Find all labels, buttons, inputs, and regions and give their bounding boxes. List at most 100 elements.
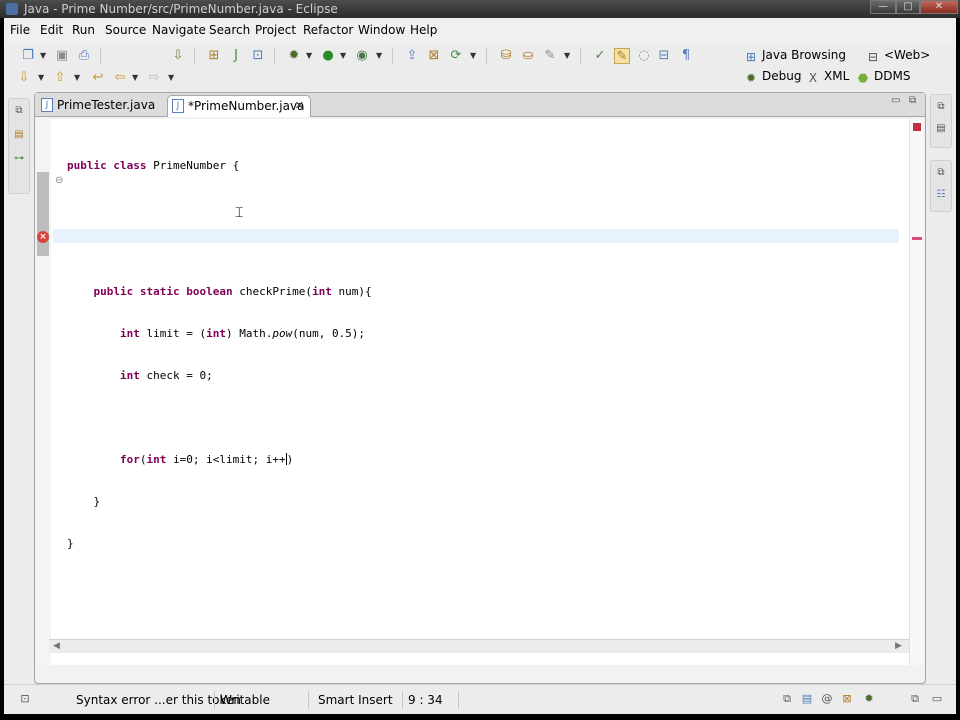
- java-browsing-label: Java Browsing: [762, 48, 847, 62]
- menu-edit[interactable]: Edit: [40, 23, 63, 37]
- print-icon[interactable]: ⎙: [76, 48, 92, 64]
- run-dropdown-icon[interactable]: ▼: [340, 48, 348, 64]
- forward-dropdown-icon[interactable]: ▼: [168, 70, 176, 86]
- restore-icon[interactable]: ⧉: [13, 105, 25, 117]
- code-keyword: int: [119, 369, 140, 382]
- source-code[interactable]: public class PrimeNumber { public static…: [67, 131, 372, 579]
- perspective-java-browsing[interactable]: ⊞ Java Browsing: [744, 48, 846, 64]
- outline-icon[interactable]: ☷: [935, 189, 947, 201]
- console-icon[interactable]: ✹: [862, 692, 876, 706]
- menu-bar: File Edit Run Source Navigate Search Pro…: [4, 18, 956, 42]
- tab-primenumber[interactable]: J *PrimeNumber.java ✕: [167, 95, 311, 117]
- status-insert-mode: Smart Insert: [318, 693, 393, 707]
- hierarchy-icon[interactable]: ⊶: [13, 153, 25, 165]
- open-task-icon[interactable]: ⟳: [448, 48, 464, 64]
- menu-project[interactable]: Project: [255, 23, 296, 37]
- show-whitespace-icon[interactable]: ⊟: [656, 48, 672, 64]
- save-icon[interactable]: ▣: [54, 48, 70, 64]
- error-summary-icon[interactable]: [913, 123, 921, 131]
- open-folder-icon[interactable]: ⛁: [498, 48, 514, 64]
- maximize-button[interactable]: □: [896, 0, 920, 14]
- package-explorer-icon[interactable]: ▤: [13, 129, 25, 141]
- perspective-xml[interactable]: X XML: [806, 69, 849, 85]
- code-text: limit = (: [139, 327, 207, 340]
- task-dropdown-icon[interactable]: ▼: [470, 48, 478, 64]
- new-icon[interactable]: ❐: [20, 48, 36, 64]
- editor-minimize-icon[interactable]: ▭: [891, 95, 900, 106]
- highlight-icon[interactable]: ✎: [614, 48, 630, 64]
- perspective-debug[interactable]: ✹ Debug: [744, 69, 802, 85]
- tab-close-icon[interactable]: ✕: [295, 96, 304, 116]
- change-marker: [37, 172, 49, 256]
- fold-collapse-icon[interactable]: ⊖: [55, 175, 63, 186]
- menu-file[interactable]: File: [10, 23, 30, 37]
- error-marker-icon[interactable]: ×: [37, 231, 49, 243]
- code-editor[interactable]: × ⊖ public class PrimeNumber { public st…: [37, 119, 923, 665]
- minimize-button[interactable]: —: [870, 0, 896, 14]
- javadoc-icon[interactable]: @: [820, 692, 834, 706]
- perspective-ddms[interactable]: ⬣ DDMS: [856, 69, 911, 85]
- new-interface-icon[interactable]: ⊡: [250, 48, 266, 64]
- close-button[interactable]: ✕: [920, 0, 958, 14]
- xml-icon: X: [808, 71, 818, 85]
- restore-icon[interactable]: ⧉: [935, 167, 947, 179]
- prev-annotation-icon[interactable]: ⇧: [52, 70, 68, 86]
- maximize-icon[interactable]: ▭: [930, 692, 944, 706]
- scroll-right-icon[interactable]: ▶: [895, 641, 902, 651]
- mark-occurrences-icon[interactable]: ✓: [592, 48, 608, 64]
- menu-help[interactable]: Help: [410, 23, 437, 37]
- tab-primetester-label: PrimeTester.java: [57, 98, 156, 112]
- code-text: ) Math.: [225, 327, 273, 340]
- code-line-10: }: [67, 537, 372, 551]
- next-annotation-dropdown-icon[interactable]: ▼: [38, 70, 46, 86]
- code-line-4: public static boolean checkPrime(int num…: [67, 285, 372, 299]
- code-line-5: int limit = (int) Math.pow(num, 0.5);: [67, 327, 372, 341]
- declaration-icon[interactable]: ⊠: [840, 692, 854, 706]
- prev-annotation-dropdown-icon[interactable]: ▼: [74, 70, 82, 86]
- block-selection-icon[interactable]: ◌: [636, 48, 652, 64]
- new-dropdown-icon[interactable]: ▼: [40, 48, 48, 64]
- run-external-icon[interactable]: ◉: [354, 48, 370, 64]
- menu-navigate[interactable]: Navigate: [152, 23, 206, 37]
- open-resource-icon[interactable]: ⊠: [426, 48, 442, 64]
- eclipse-window: File Edit Run Source Navigate Search Pro…: [4, 18, 956, 714]
- menu-source[interactable]: Source: [105, 23, 146, 37]
- problems-icon[interactable]: ▤: [800, 692, 814, 706]
- debug-icon[interactable]: ✹: [286, 48, 302, 64]
- menu-search[interactable]: Search: [209, 23, 250, 37]
- task-list-icon[interactable]: ▤: [935, 123, 947, 135]
- external-dropdown-icon[interactable]: ▼: [376, 48, 384, 64]
- code-text: ): [286, 453, 294, 466]
- last-edit-icon[interactable]: ↩: [90, 70, 106, 86]
- new-class-icon[interactable]: J: [228, 48, 244, 64]
- editor-maximize-icon[interactable]: ⧉: [909, 95, 916, 106]
- open-search-icon[interactable]: ⛀: [520, 48, 536, 64]
- pen-icon[interactable]: ✎: [542, 48, 558, 64]
- next-annotation-icon[interactable]: ⇩: [16, 70, 32, 86]
- minimize-icon[interactable]: ⧉: [908, 692, 922, 706]
- perspective-web[interactable]: ⊟ <Web>: [866, 48, 930, 64]
- menu-run[interactable]: Run: [72, 23, 95, 37]
- new-java-project-icon[interactable]: ⇩: [170, 48, 186, 64]
- debug-dropdown-icon[interactable]: ▼: [306, 48, 314, 64]
- editor-tab-bar: J PrimeTester.java J *PrimeNumber.java ✕…: [35, 93, 925, 117]
- menu-window[interactable]: Window: [358, 23, 405, 37]
- new-package-icon[interactable]: ⊞: [206, 48, 222, 64]
- forward-icon[interactable]: ⇨: [146, 70, 162, 86]
- run-icon[interactable]: ●: [320, 48, 336, 64]
- pilcrow-icon[interactable]: ¶: [678, 48, 694, 64]
- menu-refactor[interactable]: Refactor: [303, 23, 353, 37]
- tab-primetester[interactable]: J PrimeTester.java: [37, 95, 163, 117]
- overview-error-mark[interactable]: [912, 237, 922, 240]
- back-dropdown-icon[interactable]: ▼: [132, 70, 140, 86]
- restore-icon[interactable]: ⧉: [935, 101, 947, 113]
- code-line-6: int check = 0;: [67, 369, 372, 383]
- back-icon[interactable]: ⇦: [112, 70, 128, 86]
- open-type-icon[interactable]: ⇪: [404, 48, 420, 64]
- fast-view-icon[interactable]: ⊡: [18, 692, 32, 706]
- restore-icon[interactable]: ⧉: [780, 692, 794, 706]
- pen-dropdown-icon[interactable]: ▼: [564, 48, 572, 64]
- scroll-left-icon[interactable]: ◀: [53, 641, 60, 651]
- horizontal-scrollbar[interactable]: ◀ ▶: [49, 639, 909, 653]
